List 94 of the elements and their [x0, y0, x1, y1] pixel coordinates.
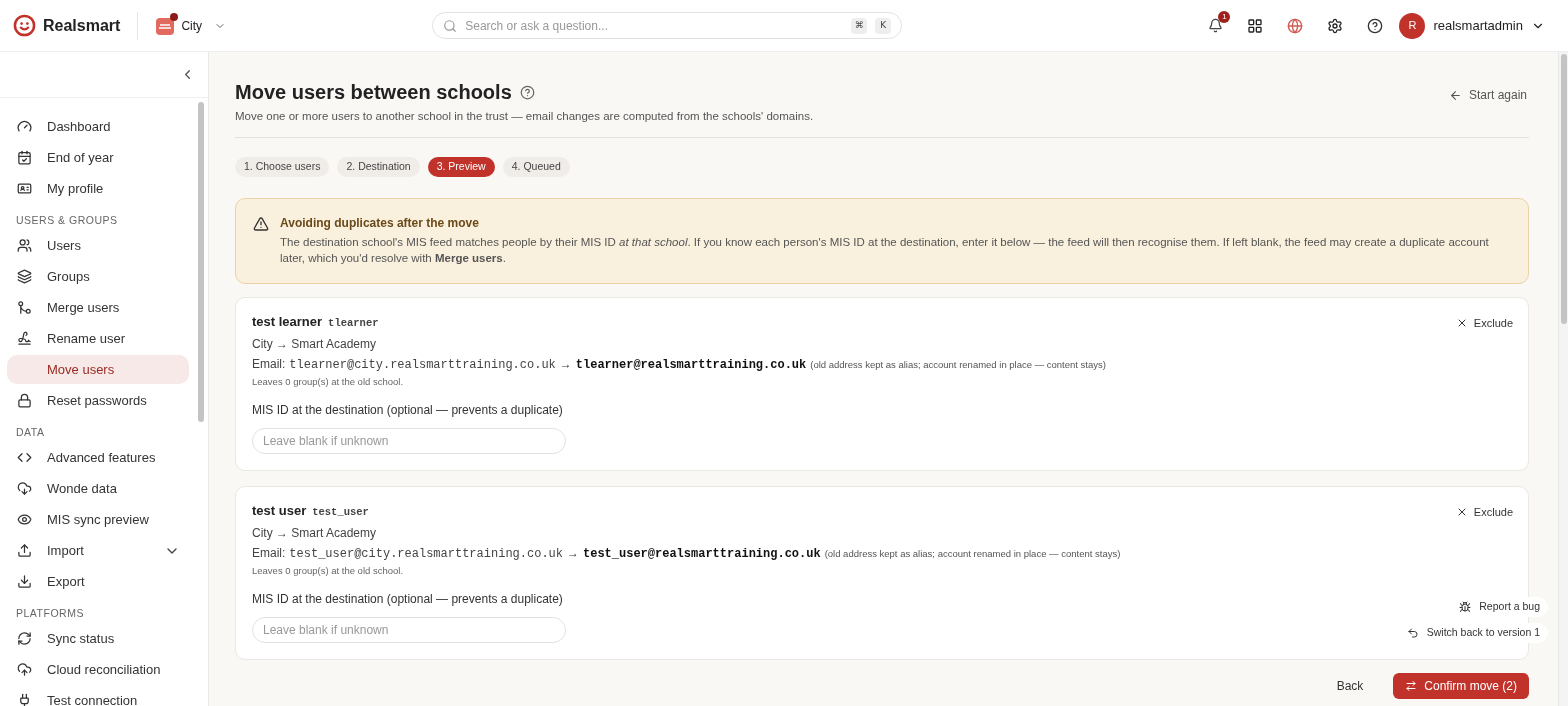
step-tab[interactable]: 4. Queued: [502, 157, 570, 177]
eye-icon: [16, 512, 32, 527]
warning-icon: [253, 216, 269, 232]
groups-note: Leaves 0 group(s) at the old school.: [252, 376, 404, 388]
new-email: tlearner@realsmarttraining.co.uk: [575, 357, 807, 373]
email-label: Email:: [252, 356, 286, 372]
settings-icon[interactable]: [1327, 17, 1344, 34]
sidebar-item[interactable]: Merge users: [7, 293, 189, 322]
back-button[interactable]: Back: [1322, 673, 1378, 699]
download-icon: [16, 574, 32, 589]
sidebar-item[interactable]: Sync status: [7, 624, 189, 653]
search-input[interactable]: Search or ask a question...: [465, 16, 844, 35]
section-heading: DATA: [15, 425, 46, 440]
new-email: test_user@realsmarttraining.co.uk: [583, 546, 821, 562]
confirm-move-button[interactable]: Confirm move (2): [1393, 673, 1529, 699]
school-switcher[interactable]: City: [155, 15, 227, 36]
sidebar-item[interactable]: Wonde data: [7, 474, 189, 503]
email-note: (old address kept as alias; account renamed in place — content stays): [824, 547, 1121, 561]
user-menu[interactable]: R realsmartadmin: [1399, 12, 1545, 39]
sidebar-item[interactable]: Move users: [7, 355, 189, 384]
users-icon: [16, 238, 32, 253]
help-icon[interactable]: [1367, 17, 1384, 34]
arrow-text: →: [567, 545, 579, 561]
sidebar-item[interactable]: My profile: [7, 174, 189, 203]
sidebar-item[interactable]: Import: [7, 536, 189, 565]
notification-badge: 1: [1218, 11, 1231, 23]
sidebar-item[interactable]: Rename user: [7, 324, 189, 353]
old-email: tlearner@city.realsmarttraining.co.uk: [289, 357, 556, 373]
smiley-logo-icon: [13, 14, 36, 37]
user-avatar: R: [1399, 12, 1426, 39]
sidebar-item[interactable]: End of year: [7, 143, 189, 172]
id-card-icon: [16, 181, 32, 196]
signature-icon: [16, 331, 32, 346]
sidebar-item[interactable]: Advanced features: [7, 443, 189, 472]
username: tlearner: [328, 316, 379, 331]
user-name: test learner: [252, 314, 323, 330]
undo-arrow-icon: [1406, 627, 1419, 639]
upload-icon: [16, 543, 32, 558]
globe-icon[interactable]: [1287, 17, 1304, 34]
section-heading: PLATFORMS: [15, 606, 85, 621]
cloud-download-icon: [16, 481, 32, 496]
brand-name: Realsmart: [43, 15, 121, 36]
username: test_user: [312, 505, 369, 520]
sidebar-item[interactable]: Dashboard: [7, 112, 189, 141]
notifications-button[interactable]: [1208, 18, 1224, 33]
calendar-icon: [16, 150, 32, 165]
arrow-left-icon: [1448, 88, 1462, 102]
sidebar-item[interactable]: Export: [7, 567, 189, 596]
mis-id-field[interactable]: Leave blank if unknown: [252, 428, 566, 454]
sidebar-item[interactable]: MIS sync preview: [7, 505, 189, 534]
school-move: City → Smart Academy: [252, 525, 378, 541]
scrollbar-thumb[interactable]: [1560, 54, 1567, 324]
sidebar-item[interactable]: Users: [7, 231, 189, 260]
gauge-icon: [16, 119, 32, 134]
code-icon: [16, 450, 32, 465]
section-heading: USERS & GROUPS: [15, 213, 119, 228]
apps-grid-icon[interactable]: [1247, 17, 1264, 34]
sidebar-item[interactable]: Cloud reconciliation: [7, 655, 189, 684]
field-label: MIS ID at the destination (optional — prevents a duplicate): [252, 402, 563, 418]
exclude-button[interactable]: Exclude: [1455, 315, 1513, 332]
old-email: test_user@city.realsmarttraining.co.uk: [289, 546, 563, 562]
bug-icon: [1459, 601, 1472, 613]
sidebar-item[interactable]: Reset passwords: [7, 386, 189, 415]
help-icon[interactable]: [519, 84, 535, 100]
arrow-text: →: [559, 356, 572, 372]
field-label: MIS ID at the destination (optional — prevents a duplicate): [252, 591, 563, 607]
warning-text: The destination school's MIS feed matches people by their MIS ID at that school. If you know each person's MIS ID at the destination, enter it below — the feed will then recognise them. If left blank, the feed may create a duplicate account later, which you'd resolve with Merge users.: [280, 235, 1490, 266]
school-icon: [155, 15, 176, 36]
sync-icon: [16, 631, 32, 646]
start-again-link[interactable]: Start again: [1448, 86, 1527, 104]
email-label: Email:: [252, 545, 286, 561]
email-note: (old address kept as alias; account renamed in place — content stays): [810, 358, 1106, 372]
school-move: City → Smart Academy: [252, 336, 378, 352]
warning-title: Avoiding duplicates after the move: [280, 215, 480, 231]
page-title: Move users between schools: [235, 80, 512, 104]
step-tab[interactable]: 3. Preview: [427, 157, 495, 177]
layers-icon: [16, 269, 32, 284]
shortcut-key: ⌘: [851, 17, 868, 34]
mis-id-field[interactable]: Leave blank if unknown: [252, 617, 566, 643]
step-tab[interactable]: 2. Destination: [337, 157, 420, 177]
lock-icon: [16, 393, 32, 408]
user-name: test user: [252, 503, 307, 519]
search-icon: [443, 18, 458, 33]
exclude-button[interactable]: Exclude: [1455, 504, 1513, 521]
shortcut-key: K: [875, 17, 892, 34]
sidebar-item[interactable]: Test connection: [7, 686, 189, 706]
merge-icon: [16, 300, 32, 315]
swap-arrows-icon: [1405, 680, 1418, 692]
cloud-upload-icon: [16, 662, 32, 677]
sidebar-item[interactable]: Groups: [7, 262, 189, 291]
step-tab[interactable]: 1. Choose users: [235, 157, 330, 177]
groups-note: Leaves 0 group(s) at the old school.: [252, 565, 404, 577]
scrollbar-thumb[interactable]: [198, 102, 204, 422]
page-subtitle: Move one or more users to another school in the trust — email changes are computed from the schools' domains.: [235, 109, 814, 124]
